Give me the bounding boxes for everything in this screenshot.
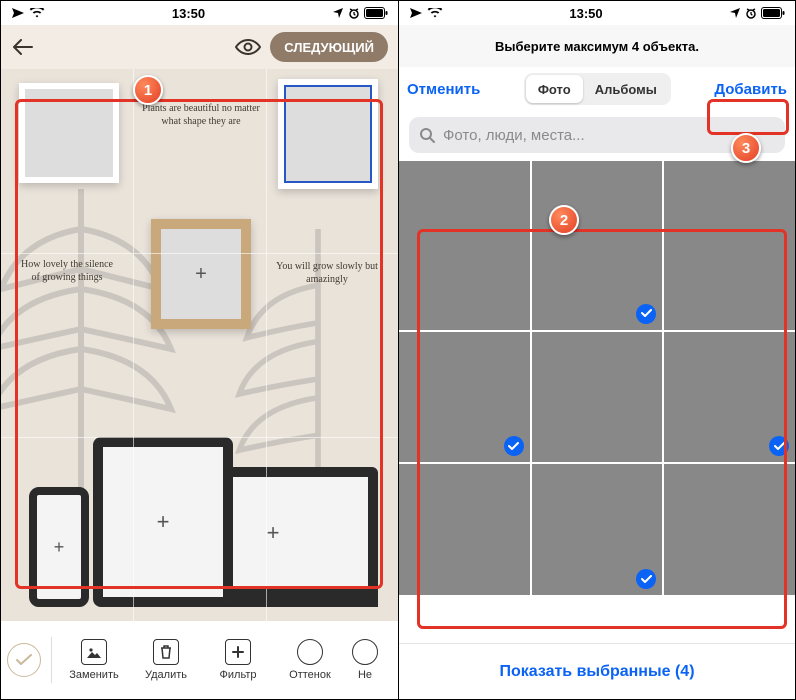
airplane-mode-icon: [11, 7, 25, 19]
picker-screen: 13:50 Выберите максимум 4 объекта. Отмен…: [398, 1, 795, 699]
show-selected-button[interactable]: Показать выбранные (4): [399, 643, 795, 699]
toolbar-label: Удалить: [145, 669, 187, 681]
airplane-mode-icon: [409, 7, 423, 19]
search-input[interactable]: Фото, люди, места...: [409, 117, 785, 153]
trash-icon: [153, 639, 179, 665]
show-selected-label: Показать выбранные (4): [499, 663, 694, 681]
photo-thumb[interactable]: [399, 161, 530, 199]
quote-text: How lovely the silence of growing things: [17, 259, 117, 284]
photo-slot[interactable]: [278, 79, 378, 189]
image-icon: [81, 639, 107, 665]
preview-button[interactable]: [234, 33, 262, 61]
photo-thumb[interactable]: [399, 332, 530, 463]
segment-albums[interactable]: Альбомы: [583, 75, 669, 103]
location-icon: [729, 7, 741, 19]
collage-canvas[interactable]: Plants are beautiful no matter what shap…: [1, 69, 398, 621]
photo-slot-empty[interactable]: +: [151, 219, 251, 329]
selected-check-icon: [636, 304, 656, 324]
photo-thumb[interactable]: [664, 464, 795, 595]
device-mockups: + + +: [29, 427, 378, 607]
toolbar-label: Фильтр: [220, 669, 257, 681]
circle-icon: [297, 639, 323, 665]
photo-thumb[interactable]: [532, 332, 663, 463]
quote-text: You will grow slowly but amazingly: [272, 261, 382, 286]
segmented-control: Фото Альбомы: [524, 73, 671, 105]
wifi-icon: [427, 8, 443, 18]
photo-thumb[interactable]: [399, 464, 530, 595]
status-time: 13:50: [569, 6, 602, 21]
add-button[interactable]: Добавить: [714, 81, 787, 98]
photo-thumb[interactable]: [532, 464, 663, 595]
photo-thumb[interactable]: [664, 161, 795, 199]
cancel-button[interactable]: Отменить: [407, 81, 480, 98]
editor-header: СЛЕДУЮЩИЙ: [1, 25, 398, 69]
segment-photo[interactable]: Фото: [526, 75, 583, 103]
picker-subtitle: Выберите максимум 4 объекта.: [399, 25, 795, 67]
search-placeholder: Фото, люди, места...: [443, 127, 585, 144]
toolbar-label: Заменить: [69, 669, 118, 681]
wifi-icon: [29, 8, 45, 18]
photo-thumb[interactable]: [532, 161, 663, 199]
selected-check-icon: [504, 436, 524, 456]
quote-text: Plants are beautiful no matter what shap…: [141, 103, 261, 128]
toolbar-overflow[interactable]: Не: [348, 639, 382, 681]
phone-slot[interactable]: +: [29, 487, 89, 607]
selected-check-icon: [769, 436, 789, 456]
status-bar: 13:50: [1, 1, 398, 25]
search-icon: [419, 127, 435, 143]
apply-button[interactable]: [7, 643, 41, 677]
battery-icon: [761, 7, 785, 19]
photo-gallery: [399, 161, 795, 643]
editor-screen: 13:50 СЛЕДУЮЩИЙ Plants are beautiful: [1, 1, 398, 699]
callout-badge: 2: [549, 205, 579, 235]
status-time: 13:50: [172, 6, 205, 21]
next-button[interactable]: СЛЕДУЮЩИЙ: [270, 32, 388, 62]
tablet-slot[interactable]: +: [93, 437, 233, 607]
alarm-icon: [348, 7, 360, 19]
callout-badge: 1: [133, 75, 163, 105]
selected-check-icon: [636, 569, 656, 589]
circle-icon: [352, 639, 378, 665]
photo-thumb[interactable]: [399, 199, 530, 330]
filter-button[interactable]: Фильтр: [204, 639, 272, 681]
back-button[interactable]: [11, 35, 35, 59]
callout-badge: 3: [731, 133, 761, 163]
delete-button[interactable]: Удалить: [132, 639, 200, 681]
location-icon: [332, 7, 344, 19]
status-bar: 13:50: [399, 1, 795, 25]
photo-thumb[interactable]: [664, 199, 795, 330]
alarm-icon: [745, 7, 757, 19]
battery-icon: [364, 7, 388, 19]
photo-thumb[interactable]: [664, 332, 795, 463]
toolbar-label: Не: [358, 669, 372, 681]
toolbar-label: Оттенок: [289, 669, 331, 681]
next-button-label: СЛЕДУЮЩИЙ: [284, 40, 374, 55]
picker-header: Отменить Фото Альбомы Добавить: [399, 67, 795, 111]
editor-toolbar: Заменить Удалить Фильтр Оттенок Не: [1, 621, 398, 699]
tint-button[interactable]: Оттенок: [276, 639, 344, 681]
plus-icon: [225, 639, 251, 665]
replace-button[interactable]: Заменить: [60, 639, 128, 681]
photo-slot[interactable]: [19, 83, 119, 183]
